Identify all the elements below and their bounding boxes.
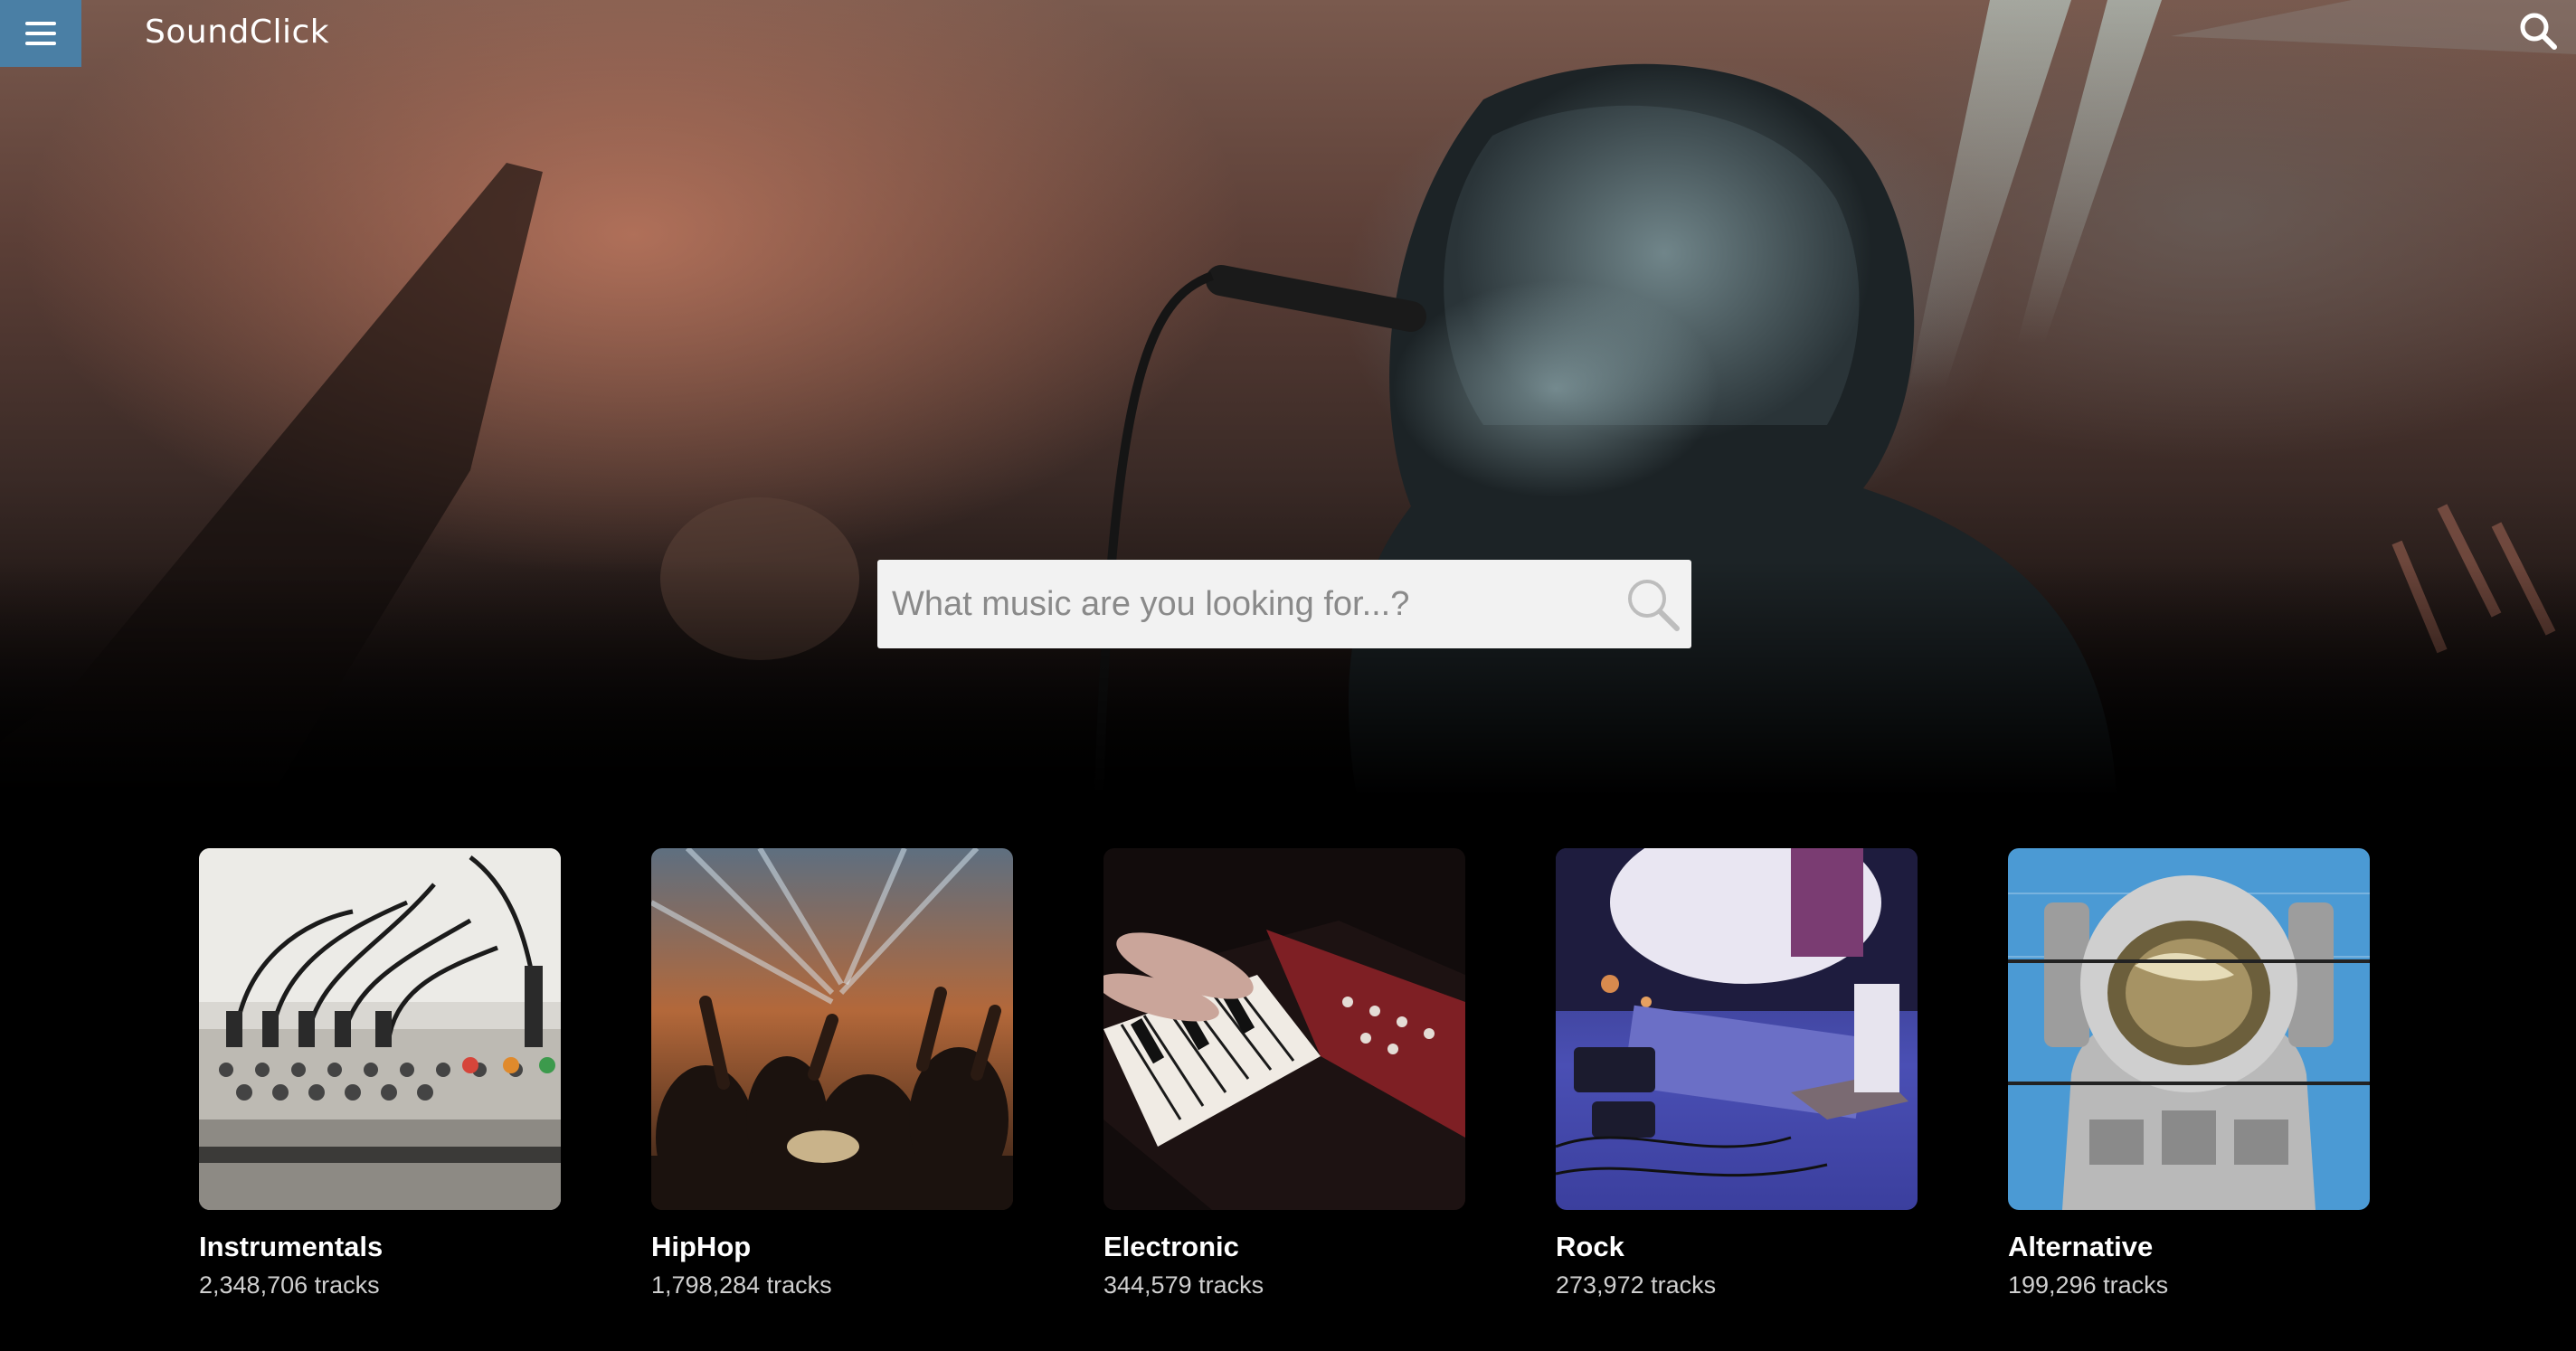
concert-crowd-image[interactable] (651, 848, 1013, 1210)
stage-pedals-image[interactable] (1556, 848, 1918, 1210)
genre-track-count: 199,296 tracks (2008, 1271, 2169, 1299)
search-icon[interactable] (1624, 576, 1681, 632)
genre-name[interactable]: HipHop (651, 1230, 1013, 1264)
genre-track-count: 273,972 tracks (1556, 1271, 1717, 1299)
synth-keyboard-image[interactable] (1103, 848, 1465, 1210)
genre-name[interactable]: Rock (1556, 1230, 1918, 1264)
search-icon[interactable] (2518, 11, 2558, 51)
hamburger-menu-icon (25, 22, 56, 45)
genre-card-instrumentals[interactable]: Instrumentals 2,348,706 tracks (199, 848, 561, 1300)
astronaut-art-image[interactable] (2008, 848, 2370, 1210)
hero-banner (0, 0, 2576, 796)
genre-track-count: 2,348,706 tracks (199, 1271, 380, 1299)
genre-name[interactable]: Instrumentals (199, 1230, 561, 1264)
mixing-console-image[interactable] (199, 848, 561, 1210)
genre-card-alternative[interactable]: Alternative 199,296 tracks (2008, 848, 2370, 1300)
page: SoundClick What music are you looking fo… (0, 0, 2576, 1351)
genre-card-electronic[interactable]: Electronic 344,579 tracks (1103, 848, 1465, 1300)
genre-card-hiphop[interactable]: HipHop 1,798,284 tracks (651, 848, 1013, 1300)
menu-button[interactable] (0, 0, 81, 67)
genre-list: Instrumentals 2,348,706 tracks HipHop 1,… (199, 848, 2370, 1318)
genre-track-count: 1,798,284 tracks (651, 1271, 832, 1299)
genre-card-rock[interactable]: Rock 273,972 tracks (1556, 848, 1918, 1300)
music-search-input[interactable] (877, 560, 1619, 648)
genre-track-count: 344,579 tracks (1103, 1271, 1264, 1299)
site-logo[interactable]: SoundClick (145, 11, 329, 54)
music-search-box (877, 560, 1691, 648)
genre-name[interactable]: Electronic (1103, 1230, 1465, 1264)
genre-name[interactable]: Alternative (2008, 1230, 2370, 1264)
